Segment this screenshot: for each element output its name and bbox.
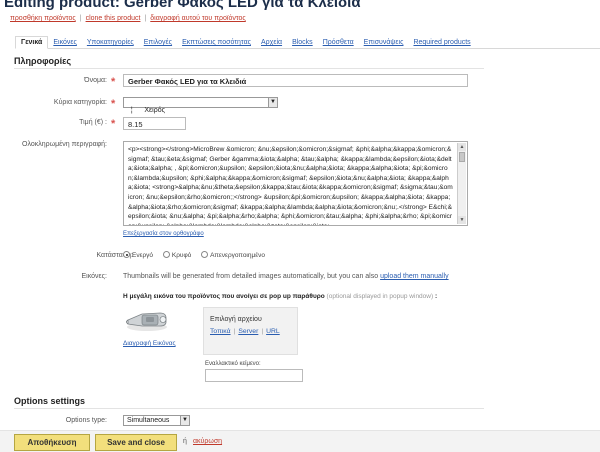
status-hidden-label: Κρυφό <box>171 252 192 259</box>
name-label: Όνομα: <box>84 77 107 84</box>
options-type-select[interactable]: Simultaneous ▼ <box>123 415 190 426</box>
tab-addons[interactable]: Πρόσθετα <box>318 37 359 49</box>
link-separator: | <box>261 328 264 335</box>
textarea-scrollbar[interactable]: ▲ ▼ <box>457 143 466 224</box>
tab-bar: Γενικά Εικόνες Υποκατηγορίες Επιλογές Εκπτώσ… <box>15 36 600 49</box>
popup-image-title-text: Η μεγάλη εικόνα του προϊόντος που ανοίγε… <box>123 293 325 300</box>
alt-text-label: Εναλλακτικό κείμενο: <box>205 361 261 367</box>
price-input[interactable]: 8.15 <box>123 117 186 130</box>
popup-image-title: Η μεγάλη εικόνα του προϊόντος που ανοίγε… <box>123 293 437 300</box>
status-active-label: Ενεργό <box>132 252 154 259</box>
spellcheck-editor-link[interactable]: Επεξεργασία στον ορθογράφο <box>123 231 204 237</box>
tab-subcategories[interactable]: Υποκατηγορίες <box>82 37 139 49</box>
category-select[interactable]: ¦ Χειρός ▼ <box>123 97 278 114</box>
tab-required-products[interactable]: Required products <box>408 37 475 49</box>
or-text: ή <box>183 438 187 445</box>
required-star: * <box>111 76 116 88</box>
thumbnails-note: Thumbnails will be generated from detail… <box>123 273 449 280</box>
status-radio-group: Ενεργό Κρυφό Απενεργοποιημένο <box>123 251 273 259</box>
file-source-url[interactable]: URL <box>266 328 280 335</box>
file-picker-title: Επιλογή αρχείου <box>210 316 262 323</box>
product-image-preview <box>126 312 167 331</box>
scroll-thumb[interactable] <box>459 152 465 162</box>
options-type-label: Options type: <box>65 417 107 424</box>
upload-manually-link[interactable]: upload them manually <box>380 273 449 280</box>
tab-images[interactable]: Εικόνες <box>48 37 82 49</box>
info-section-title: Πληροφορίες <box>14 56 72 66</box>
status-hidden-option[interactable]: Κρυφό <box>162 251 192 259</box>
required-star: * <box>111 98 116 110</box>
add-product-link[interactable]: προσθήκη προϊόντος <box>10 15 76 22</box>
file-source-links: Τοπικά | Server | URL <box>210 328 291 335</box>
options-type-value: Simultaneous <box>127 417 170 424</box>
required-star: * <box>111 118 116 130</box>
save-button[interactable]: Αποθήκευση <box>14 434 90 451</box>
link-separator: | <box>144 15 147 22</box>
scroll-up-icon[interactable]: ▲ <box>458 143 466 151</box>
status-disabled-option[interactable]: Απενεργοποιημένο <box>201 251 266 259</box>
alt-text-input[interactable] <box>205 369 303 382</box>
images-label: Εικόνες: <box>81 273 107 280</box>
chevron-down-icon[interactable]: ▼ <box>180 416 189 425</box>
status-disabled-label: Απενεργοποιημένο <box>210 252 266 259</box>
delete-image-link[interactable]: Διαγραφή Εικόνας <box>123 340 176 347</box>
status-active-option[interactable]: Ενεργό <box>123 251 154 259</box>
save-and-close-button[interactable]: Save and close <box>95 434 177 451</box>
top-links: προσθήκη προϊόντος | clone this product | δι… <box>10 15 246 22</box>
description-text: <p><strong></strong>MicroBrew &omicron; … <box>128 146 453 225</box>
product-name-input[interactable]: Gerber Φακός LED για τα Κλειδιά <box>123 74 468 87</box>
tab-quantity-discounts[interactable]: Εκπτώσεις ποσότητας <box>177 37 256 49</box>
description-textarea[interactable]: <p><strong></strong>MicroBrew &omicron; … <box>123 141 468 226</box>
delete-product-link[interactable]: διαγραφή αυτού του προϊόντος <box>150 15 246 22</box>
tab-files[interactable]: Αρχεία <box>256 37 287 49</box>
section-divider <box>14 408 484 409</box>
tab-blocks[interactable]: Blocks <box>287 37 318 49</box>
chevron-down-icon[interactable]: ▼ <box>268 98 277 107</box>
colon: : <box>434 293 438 300</box>
tab-options[interactable]: Επιλογές <box>139 37 177 49</box>
tab-attachments[interactable]: Επισυνάψεις <box>359 37 409 49</box>
file-picker-box: Επιλογή αρχείου Τοπικά | Server | URL <box>203 307 298 355</box>
file-source-server[interactable]: Server <box>238 328 258 335</box>
status-label: Κατάσταση: <box>96 252 133 259</box>
description-label: Ολοκληρωμένη περιγραφή: <box>22 141 107 148</box>
price-label: Τιμή (€) : <box>79 119 107 126</box>
scroll-down-icon[interactable]: ▼ <box>458 216 466 224</box>
cancel-link[interactable]: ακύρωση <box>193 438 222 445</box>
radio-checked-icon[interactable] <box>123 251 130 258</box>
section-divider <box>14 68 484 69</box>
options-section-title: Options settings <box>14 396 86 406</box>
radio-icon[interactable] <box>162 251 170 258</box>
link-separator: | <box>233 328 236 335</box>
link-separator: | <box>79 15 82 22</box>
clone-product-link[interactable]: clone this product <box>86 15 141 22</box>
popup-optional-note: (optional displayed in popup window) <box>326 293 434 300</box>
file-source-local[interactable]: Τοπικά <box>210 328 231 335</box>
footer-bar <box>0 430 600 452</box>
thumbnails-note-text: Thumbnails will be generated from detail… <box>123 273 379 280</box>
radio-icon[interactable] <box>201 251 209 258</box>
category-select-value: ¦ Χειρός <box>130 107 165 114</box>
category-label: Κύρια κατηγορία: <box>53 99 107 106</box>
page-title: Editing product: Gerber Φακός LED για τα… <box>4 0 361 11</box>
tab-general[interactable]: Γενικά <box>15 36 49 49</box>
